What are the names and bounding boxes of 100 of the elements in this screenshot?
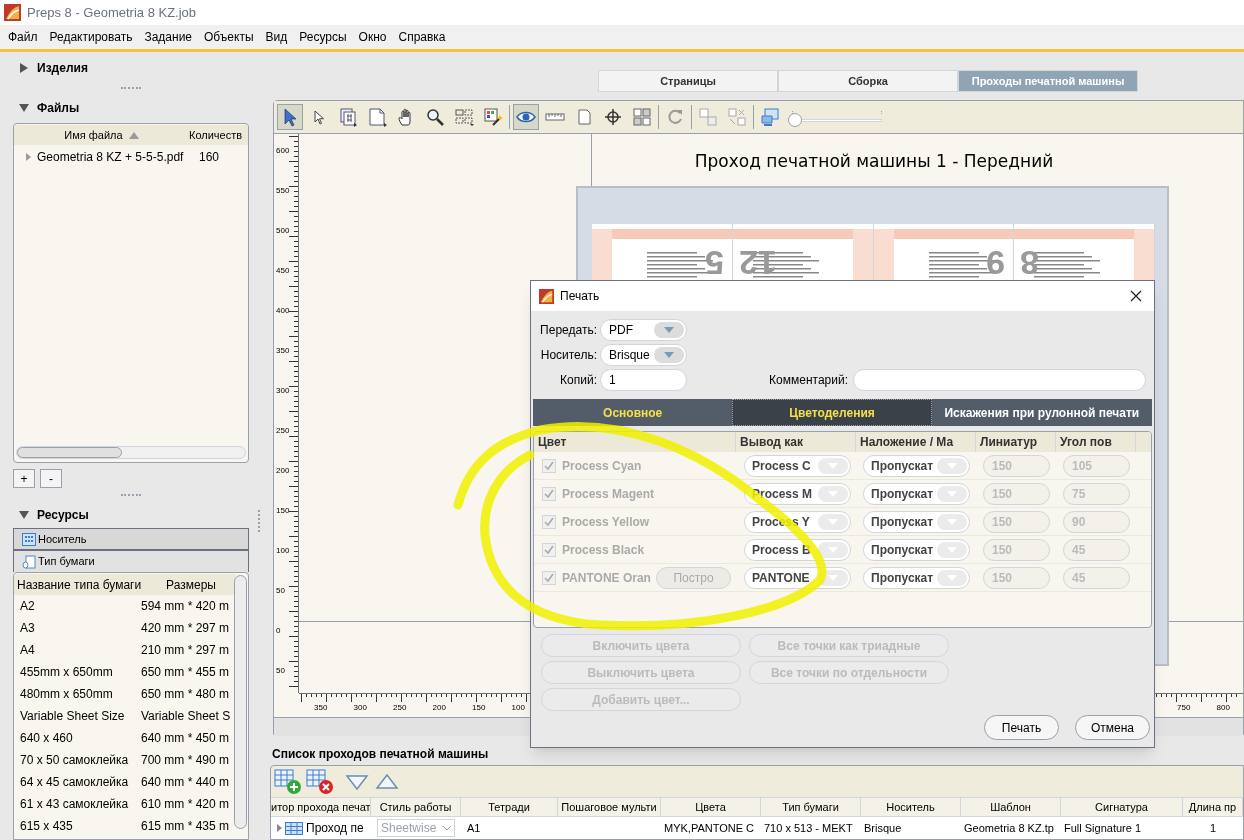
slider-thumb[interactable] [788, 113, 802, 127]
column-header[interactable]: Шаблон [961, 798, 1061, 816]
column-header[interactable]: Название типа бумаги [14, 575, 146, 594]
output-dropdown[interactable]: Process B [744, 538, 851, 561]
column-header[interactable]: Тетради [461, 798, 558, 816]
resource-tab[interactable]: Тип бумаги [13, 550, 249, 572]
menu-item[interactable]: Вид [259, 28, 294, 46]
file-name[interactable]: Geometria 8 KZ + 5-5-5.pdf [37, 148, 193, 166]
page-number: 9 [986, 246, 1006, 280]
menu-item[interactable]: Редактировать [43, 28, 139, 46]
scrollbar-thumb[interactable] [17, 447, 122, 458]
dialog-button[interactable]: Печать [984, 715, 1059, 740]
dropdown[interactable]: PDF [600, 319, 687, 341]
comment-field[interactable] [853, 369, 1146, 391]
column-header[interactable]: Длина пр [1183, 798, 1243, 816]
column-header[interactable]: Имя файла [64, 126, 123, 144]
table-cell-text: 700 mm * 490 m [141, 752, 231, 769]
split-boxes-icon [727, 107, 747, 127]
column-header[interactable]: Носитель [861, 798, 961, 816]
dropdown-value: PDF [609, 322, 633, 339]
app-logo-icon [4, 4, 21, 21]
window-title: Preps 8 - Geometria 8 KZ.job [27, 3, 197, 22]
section-header[interactable]: Изделия [37, 59, 88, 77]
copies-field[interactable]: 1 [600, 369, 687, 391]
menu-item[interactable]: Файл [2, 28, 44, 46]
check-icon [544, 544, 554, 555]
collapse-triangle-icon[interactable] [19, 510, 29, 520]
view-tab[interactable]: Страницы [598, 70, 778, 92]
remove-grid-icon[interactable] [306, 768, 334, 795]
overprint-dropdown[interactable]: Пропускат [863, 566, 970, 589]
ruler-label: 200 [276, 467, 290, 475]
output-dropdown[interactable]: Process C [744, 454, 851, 477]
move-up-icon[interactable] [374, 771, 400, 792]
table-cell-text: 610 mm * 420 m [141, 796, 231, 813]
color-name: Process Cyan [562, 457, 642, 475]
dialog-tab[interactable]: Основное [533, 399, 733, 426]
view-tab[interactable]: Сборка [778, 70, 958, 92]
menu-item[interactable]: Задание [138, 28, 199, 46]
column-header[interactable]: Стиль работы [371, 798, 461, 816]
color-name: Process Magent [562, 485, 655, 503]
menu-item[interactable]: Ресурсы [293, 28, 353, 46]
expand-arrow-icon[interactable] [277, 824, 282, 832]
menu-item[interactable]: Окно [352, 28, 393, 46]
expand-triangle-icon[interactable] [19, 63, 29, 73]
overprint-dropdown[interactable]: Пропускат [863, 454, 970, 477]
menu-item[interactable]: Справка [392, 28, 452, 46]
column-header[interactable]: Цвета [661, 798, 761, 816]
check-icon [544, 516, 554, 527]
overprint-dropdown[interactable]: Пропускат [863, 482, 970, 505]
splitter-grip[interactable] [121, 494, 141, 498]
add-grid-icon[interactable] [274, 768, 302, 795]
pointer-arrow-tool[interactable] [277, 104, 303, 130]
ruler-label: 400 [276, 307, 290, 315]
overprint-dropdown[interactable]: Пропускат [863, 538, 970, 561]
column-header[interactable]: итор прохода печат [271, 798, 371, 816]
checkbox[interactable] [542, 486, 556, 501]
column-header[interactable]: Размеры [146, 575, 236, 594]
dialog-tab[interactable]: Искажения при рулонной печати [931, 399, 1152, 426]
menu-item[interactable]: Объекты [198, 28, 260, 46]
dropdown[interactable]: Brisque [600, 344, 687, 366]
field-value: 150 [992, 513, 1013, 531]
table-cell-text: 640 x 460 [19, 730, 74, 747]
scrollbar-thumb[interactable] [234, 575, 247, 829]
crosshair-icon [603, 107, 623, 127]
dropdown-value: Пропускат [871, 569, 935, 587]
expand-arrow-icon[interactable] [26, 153, 31, 161]
resource-tab[interactable]: Носитель [13, 528, 249, 550]
section-header[interactable]: Ресурсы [37, 506, 89, 524]
column-header[interactable]: Тип бумаги [761, 798, 861, 816]
checkbox[interactable] [542, 570, 556, 585]
page-number: 8 [1020, 246, 1040, 280]
column-header[interactable]: Количеств [189, 126, 243, 144]
splitter-grip[interactable] [121, 87, 141, 91]
column-header[interactable]: Сигнатура [1061, 798, 1183, 816]
ruler-label: 300 [276, 387, 290, 395]
column-header[interactable]: Наложение / Ма [856, 432, 976, 452]
table-cell-text: 640 mm * 450 m [141, 730, 231, 747]
column-header[interactable]: Пошаговое мульти [558, 798, 661, 816]
dialog-button[interactable]: Отмена [1075, 715, 1150, 740]
checkbox[interactable] [542, 542, 556, 557]
list-button[interactable]: + [13, 469, 35, 488]
field-value: 90 [1072, 513, 1086, 531]
checkbox[interactable] [542, 458, 556, 473]
list-button[interactable]: - [40, 469, 62, 488]
column-header[interactable]: Вывод как [736, 432, 856, 452]
horizontal-scrollbar[interactable] [16, 446, 246, 459]
field-value: 150 [992, 485, 1013, 503]
output-dropdown[interactable]: PANTONE [744, 566, 851, 589]
close-icon[interactable] [1130, 290, 1142, 302]
section-header[interactable]: Файлы [37, 99, 80, 117]
checkbox[interactable] [542, 514, 556, 529]
paper-roll-icon [22, 554, 36, 569]
eye-tool[interactable] [513, 104, 539, 130]
column-header[interactable]: Угол пов [1056, 432, 1136, 452]
collapse-triangle-icon[interactable] [19, 103, 29, 113]
dialog-tab[interactable]: Цветоделения [732, 399, 932, 426]
ruler-label: 450 [276, 267, 290, 275]
column-header[interactable]: Линиатур [976, 432, 1056, 452]
overprint-dropdown[interactable]: Пропускат [863, 510, 970, 533]
dropdown-value: Пропускат [871, 541, 935, 559]
